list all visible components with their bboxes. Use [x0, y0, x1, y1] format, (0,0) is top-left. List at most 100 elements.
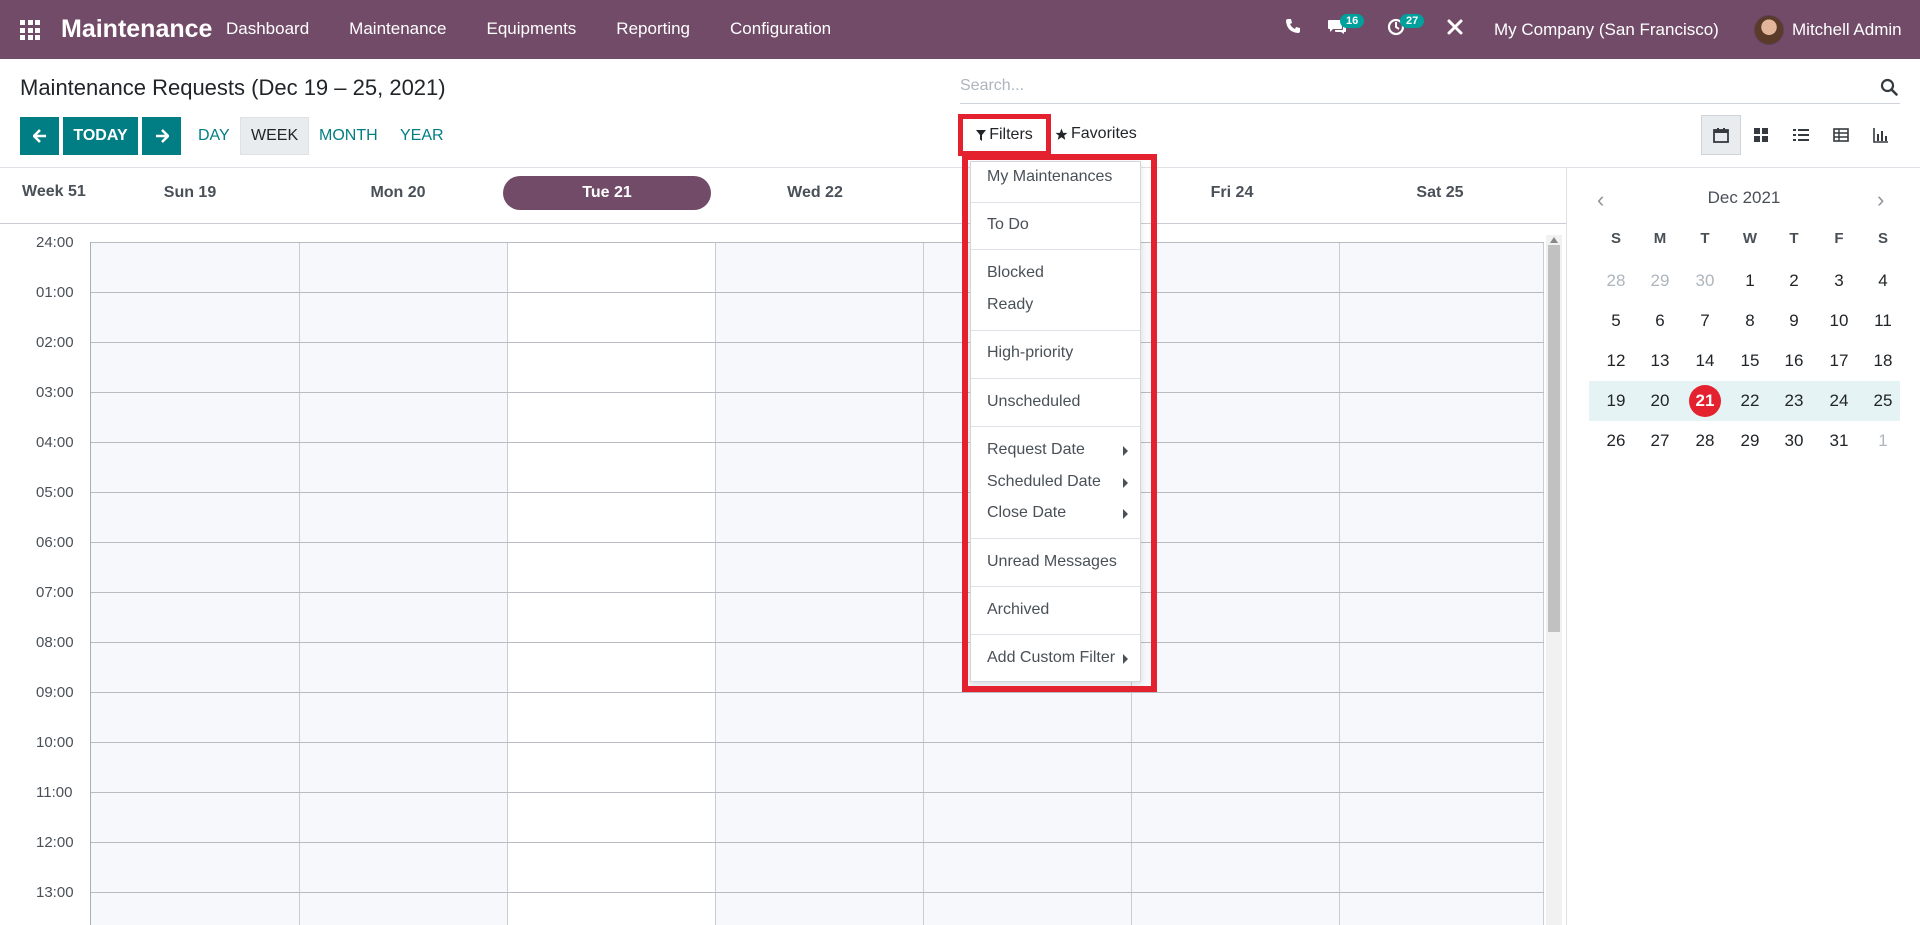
mini-day[interactable]: 30 [1685, 265, 1725, 297]
mini-day[interactable]: 3 [1819, 265, 1859, 297]
messages-count-badge: 16 [1340, 14, 1365, 28]
day-header-wed[interactable]: Wed 22 [711, 176, 919, 210]
mini-day[interactable]: 18 [1863, 345, 1903, 377]
mini-next-month-icon[interactable]: › [1877, 187, 1884, 213]
next-button[interactable] [142, 117, 181, 155]
mini-day[interactable]: 22 [1730, 385, 1770, 417]
mini-day[interactable]: 8 [1730, 305, 1770, 337]
filters-button[interactable]: Filters [958, 114, 1051, 156]
day-header-fri[interactable]: Fri 24 [1128, 176, 1336, 210]
main-menu: Dashboard Maintenance Equipments Reporti… [226, 19, 871, 39]
favorites-label: Favorites [1071, 125, 1137, 142]
vertical-scrollbar[interactable] [1546, 235, 1562, 925]
table-icon [1833, 128, 1849, 142]
mini-day[interactable]: 19 [1596, 385, 1636, 417]
messages-icon[interactable]: 16 [1327, 14, 1365, 41]
mini-day[interactable]: 24 [1819, 385, 1859, 417]
mini-day[interactable]: 17 [1819, 345, 1859, 377]
activities-icon[interactable]: 27 [1387, 14, 1425, 41]
calendar-sidebar: ‹ Dec 2021 › S M T W T F S 28 29 30 1 2 … [1566, 168, 1920, 925]
mini-day[interactable]: 25 [1863, 385, 1903, 417]
menu-maintenance[interactable]: Maintenance [349, 19, 446, 39]
user-menu[interactable]: Mitchell Admin [1792, 20, 1902, 40]
menu-reporting[interactable]: Reporting [616, 19, 690, 39]
mini-day[interactable]: 5 [1596, 305, 1636, 337]
mini-day[interactable]: 4 [1863, 265, 1903, 297]
time-slots-area[interactable] [90, 242, 1544, 925]
kanban-view-button[interactable] [1741, 115, 1781, 155]
scale-month-button[interactable]: MONTH [309, 117, 388, 155]
search-icon[interactable] [1880, 78, 1898, 96]
hour-label: 06:00 [36, 534, 74, 551]
previous-button[interactable] [20, 117, 59, 155]
day-divider [715, 242, 716, 925]
mini-day[interactable]: 2 [1774, 265, 1814, 297]
menu-equipments[interactable]: Equipments [487, 19, 577, 39]
scroll-up-arrow-icon[interactable] [1550, 237, 1558, 243]
hour-line [91, 342, 1544, 343]
app-brand[interactable]: Maintenance [61, 15, 212, 44]
kanban-icon [1754, 128, 1768, 142]
menu-configuration[interactable]: Configuration [730, 19, 831, 39]
pivot-view-button[interactable] [1821, 115, 1861, 155]
calendar-view-button[interactable] [1701, 115, 1741, 155]
day-header-sun[interactable]: Sun 19 [86, 176, 294, 210]
day-header-sat[interactable]: Sat 25 [1336, 176, 1544, 210]
scrollbar-thumb[interactable] [1548, 245, 1560, 632]
mini-day[interactable]: 15 [1730, 345, 1770, 377]
favorites-button[interactable]: Favorites [1055, 125, 1137, 143]
mini-day[interactable]: 31 [1819, 425, 1859, 457]
day-divider [923, 242, 924, 925]
mini-day[interactable]: 13 [1640, 345, 1680, 377]
hour-label: 11:00 [36, 784, 73, 801]
list-view-button[interactable] [1781, 115, 1821, 155]
hour-label: 05:00 [36, 484, 74, 501]
debug-tools-icon[interactable] [1446, 18, 1464, 41]
today-button[interactable]: TODAY [63, 117, 138, 155]
mini-day[interactable]: 29 [1640, 265, 1680, 297]
today-column [508, 242, 716, 925]
company-switcher[interactable]: My Company (San Francisco) [1494, 20, 1719, 40]
scale-year-button[interactable]: YEAR [390, 117, 454, 155]
mini-day[interactable]: 26 [1596, 425, 1636, 457]
search-bar [960, 72, 1900, 104]
menu-dashboard[interactable]: Dashboard [226, 19, 309, 39]
day-divider [1339, 242, 1340, 925]
scale-week-button[interactable]: WEEK [240, 117, 310, 155]
mini-day[interactable]: 14 [1685, 345, 1725, 377]
hour-label: 08:00 [36, 634, 74, 651]
search-input[interactable] [960, 72, 1860, 100]
scale-day-button[interactable]: DAY [188, 117, 240, 155]
day-header-mon[interactable]: Mon 20 [294, 176, 502, 210]
mini-day[interactable]: 23 [1774, 385, 1814, 417]
mini-day[interactable]: 28 [1685, 425, 1725, 457]
mini-day[interactable]: 16 [1774, 345, 1814, 377]
mini-day[interactable]: 1 [1863, 425, 1903, 457]
filters-label: Filters [989, 126, 1033, 143]
hour-line [91, 242, 1544, 243]
phone-icon[interactable] [1285, 18, 1301, 39]
graph-view-button[interactable] [1861, 115, 1901, 155]
mini-day[interactable]: 30 [1774, 425, 1814, 457]
user-avatar[interactable] [1754, 15, 1784, 45]
hour-line [91, 842, 1544, 843]
mini-day[interactable]: 27 [1640, 425, 1680, 457]
hour-line [91, 492, 1544, 493]
mini-day[interactable]: 12 [1596, 345, 1636, 377]
mini-day[interactable]: 29 [1730, 425, 1770, 457]
mini-day[interactable]: 28 [1596, 265, 1636, 297]
apps-menu-icon[interactable] [20, 20, 40, 40]
mini-day[interactable]: 11 [1863, 305, 1903, 337]
mini-day[interactable]: 20 [1640, 385, 1680, 417]
hour-line [91, 292, 1544, 293]
activities-count-badge: 27 [1400, 14, 1425, 28]
mini-day-today[interactable]: 21 [1685, 385, 1725, 417]
mini-day[interactable]: 9 [1774, 305, 1814, 337]
mini-day[interactable]: 1 [1730, 265, 1770, 297]
filters-dropdown-highlight [962, 154, 1157, 692]
day-header-tue-today[interactable]: Tue 21 [503, 176, 711, 210]
weekday-label: S [1610, 230, 1621, 247]
mini-day[interactable]: 7 [1685, 305, 1725, 337]
mini-day[interactable]: 6 [1640, 305, 1680, 337]
mini-day[interactable]: 10 [1819, 305, 1859, 337]
